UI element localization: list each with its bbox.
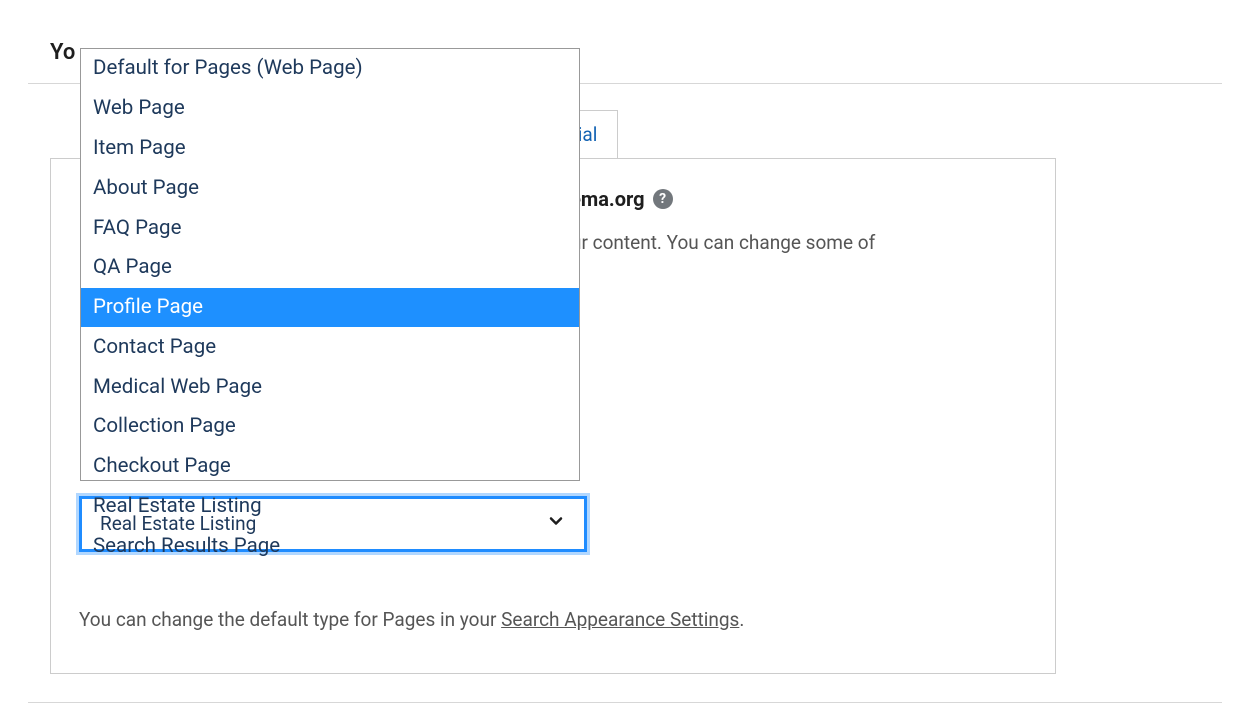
dropdown-option[interactable]: Real Estate Listing xyxy=(81,487,579,527)
page-type-dropdown[interactable]: Default for Pages (Web Page)Web PageItem… xyxy=(80,48,580,481)
dropdown-option[interactable]: Collection Page xyxy=(81,407,579,447)
dropdown-option[interactable]: Web Page xyxy=(81,89,579,129)
dropdown-option[interactable]: Default for Pages (Web Page) xyxy=(81,49,579,89)
divider-bottom xyxy=(28,702,1222,703)
search-appearance-link[interactable]: Search Appearance Settings xyxy=(501,608,739,631)
dropdown-option[interactable]: Profile Page xyxy=(81,288,579,328)
help-icon[interactable]: ? xyxy=(653,189,673,209)
dropdown-option[interactable]: Item Page xyxy=(81,129,579,169)
dropdown-option[interactable]: Search Results Page xyxy=(81,526,579,566)
dropdown-option[interactable]: QA Page xyxy=(81,248,579,288)
dropdown-option[interactable]: Medical Web Page xyxy=(81,367,579,407)
footnote: You can change the default type for Page… xyxy=(79,608,1027,631)
dropdown-option[interactable]: About Page xyxy=(81,168,579,208)
dropdown-option[interactable]: FAQ Page xyxy=(81,208,579,248)
dropdown-option[interactable]: Contact Page xyxy=(81,327,579,367)
dropdown-option[interactable]: Checkout Page xyxy=(81,447,579,487)
page-title: Yo xyxy=(50,40,75,65)
